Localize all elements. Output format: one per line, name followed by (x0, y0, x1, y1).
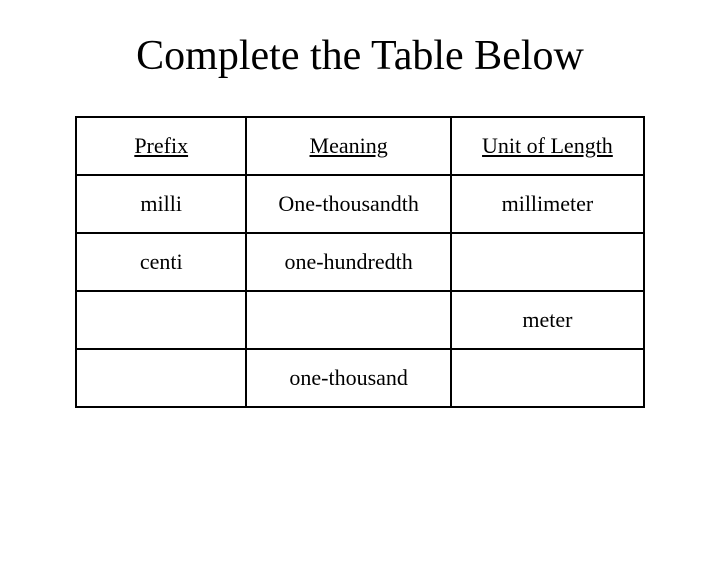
table-header-row: Prefix Meaning Unit of Length (76, 117, 644, 175)
cell-prefix: centi (76, 233, 246, 291)
header-meaning: Meaning (246, 117, 450, 175)
cell-unit (451, 349, 644, 407)
cell-unit: meter (451, 291, 644, 349)
cell-unit: millimeter (451, 175, 644, 233)
cell-meaning (246, 291, 450, 349)
cell-prefix: milli (76, 175, 246, 233)
cell-prefix (76, 291, 246, 349)
table-row: centi one-hundredth (76, 233, 644, 291)
cell-unit (451, 233, 644, 291)
table-row: meter (76, 291, 644, 349)
cell-meaning: one-thousand (246, 349, 450, 407)
prefix-table: Prefix Meaning Unit of Length milli One-… (75, 116, 645, 408)
page-title: Complete the Table Below (0, 32, 720, 80)
cell-prefix (76, 349, 246, 407)
cell-meaning: one-hundredth (246, 233, 450, 291)
header-unit: Unit of Length (451, 117, 644, 175)
header-prefix: Prefix (76, 117, 246, 175)
table-row: one-thousand (76, 349, 644, 407)
table-row: milli One-thousandth millimeter (76, 175, 644, 233)
table-container: Prefix Meaning Unit of Length milli One-… (0, 116, 720, 408)
cell-meaning: One-thousandth (246, 175, 450, 233)
